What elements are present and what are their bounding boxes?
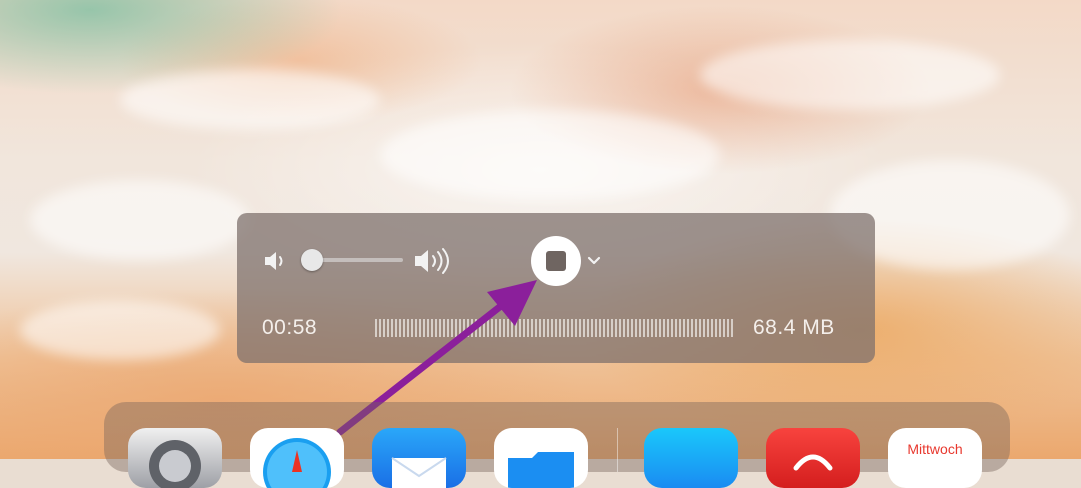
settings-app-icon[interactable] bbox=[128, 428, 222, 488]
volume-slider-knob[interactable] bbox=[301, 249, 323, 271]
audio-level-meter bbox=[375, 319, 735, 337]
file-size: 68.4 MB bbox=[753, 316, 835, 339]
stop-icon bbox=[546, 251, 566, 271]
calendar-app-icon[interactable]: Mittwoch bbox=[888, 428, 982, 488]
mail-app-icon[interactable] bbox=[372, 428, 466, 488]
red-app-icon[interactable] bbox=[766, 428, 860, 488]
chevron-down-icon[interactable] bbox=[585, 251, 603, 269]
speaker-high-icon[interactable] bbox=[413, 247, 457, 275]
dock: Mittwoch bbox=[104, 402, 1010, 488]
safari-app-icon[interactable] bbox=[250, 428, 344, 488]
speaker-low-icon[interactable] bbox=[263, 250, 291, 272]
elapsed-time: 00:58 bbox=[262, 316, 318, 339]
stop-recording-button[interactable] bbox=[531, 236, 581, 286]
screen-recording-hud: 00:58 68.4 MB bbox=[237, 213, 875, 363]
app-store-app-icon[interactable] bbox=[644, 428, 738, 488]
calendar-weekday-label: Mittwoch bbox=[907, 441, 963, 457]
volume-slider-track[interactable] bbox=[309, 258, 403, 262]
files-app-icon[interactable] bbox=[494, 428, 588, 488]
dock-divider bbox=[617, 428, 618, 472]
